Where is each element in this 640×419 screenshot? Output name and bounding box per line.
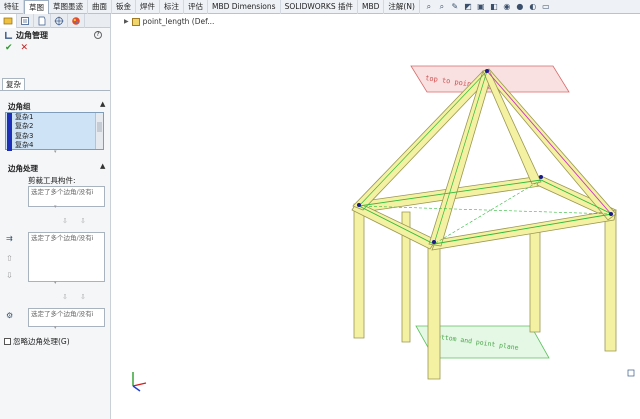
view-orientation-icon[interactable]: ▣ <box>476 2 486 12</box>
tab-markup[interactable]: 标注 <box>160 0 184 14</box>
cancel-button[interactable]: ✕ <box>21 43 29 53</box>
list-item[interactable]: 复杂3 <box>6 131 103 142</box>
3d-model-scene[interactable]: top to point plane bottom and point plan… <box>111 14 640 419</box>
tab-display-manager[interactable] <box>68 14 85 28</box>
appearance-icon[interactable]: ● <box>515 2 525 12</box>
scene-icon[interactable]: ◐ <box>528 2 538 12</box>
heads-up-view-toolbar: ⌕ ⌕ ✎ ◩ ▣ ◧ ◉ ● ◐ ▭ <box>420 0 551 13</box>
arrow-up-icon: ⇧ <box>6 254 13 263</box>
property-manager-icon <box>21 17 29 25</box>
trim-tool-label: 剪裁工具构件: <box>28 176 76 185</box>
display-style-icon[interactable]: ◧ <box>489 2 499 12</box>
configuration-manager-icon <box>38 16 46 26</box>
page-title: 边角管理 <box>16 30 48 40</box>
tab-sketch[interactable]: 草图 <box>24 0 49 14</box>
tab-surfaces[interactable]: 曲面 <box>88 0 112 14</box>
ignore-corner-checkbox[interactable] <box>4 338 11 345</box>
help-icon[interactable]: ? <box>94 31 102 39</box>
ignore-corner-label: 忽略边角处理(G) <box>13 337 70 346</box>
tab-dimxpert-manager[interactable] <box>51 14 68 28</box>
collapse-corner-group-icon[interactable]: ▲ <box>100 100 105 108</box>
corner-processing-heading: 边角处理 <box>8 164 38 173</box>
resize-handle-icon[interactable]: ▾ <box>54 326 60 331</box>
list-item[interactable]: 复杂1 <box>6 113 103 123</box>
dimxpert-icon <box>54 16 64 26</box>
arrow-down-icon: ⇩ <box>6 271 13 280</box>
tab-sheet-metal[interactable]: 钣金 <box>112 0 136 14</box>
weld-selection-box[interactable]: 选定了多个边角/没有i <box>28 308 105 327</box>
ignore-corner-row: 忽略边角处理(G) <box>4 336 70 347</box>
ok-button[interactable]: ✔ <box>5 43 13 53</box>
tab-divider <box>0 90 110 91</box>
command-manager-tabs: 特征 草图 草图墨迹 曲面 钣金 焊件 标注 评估 MBD Dimensions… <box>0 0 640 14</box>
manager-tabs <box>0 14 110 28</box>
corner-group-list[interactable]: 复杂1 复杂2 复杂3 复杂4 <box>5 112 104 151</box>
search-icon[interactable]: ⌕ <box>424 2 434 12</box>
tab-features[interactable]: 特征 <box>0 0 24 14</box>
tab-sketch-ink[interactable]: 草图墨迹 <box>49 0 88 14</box>
feature-manager-icon <box>3 17 13 25</box>
tab-annotations[interactable]: 注解(N) <box>384 0 420 14</box>
property-manager-panel: 边角管理 ? ✔ ✕ 复杂 边角组 ▲ 复杂1 复杂2 复杂3 复杂4 ▾ 边角… <box>0 14 111 419</box>
arrow-down-icon: ⇩ <box>80 293 86 301</box>
collapse-corner-processing-icon[interactable]: ▲ <box>100 162 105 170</box>
resize-handle-icon[interactable]: ▾ <box>54 150 60 155</box>
coordinate-triad <box>132 372 147 392</box>
tab-mbd-dimensions[interactable]: MBD Dimensions <box>208 0 281 14</box>
hide-show-icon[interactable]: ◉ <box>502 2 512 12</box>
arrow-down-icon: ⇩ <box>62 293 68 301</box>
tab-property-manager[interactable] <box>17 14 34 28</box>
corner-management-icon <box>5 31 13 39</box>
tab-solidworks-addins[interactable]: SOLIDWORKS 插件 <box>281 0 358 14</box>
property-manager-header: 边角管理 ? <box>0 28 110 42</box>
resize-handle-icon[interactable]: ▾ <box>54 281 60 286</box>
corner-group-heading: 边角组 <box>8 102 31 111</box>
tab-feature-manager[interactable] <box>0 14 17 28</box>
action-buttons: ✔ ✕ <box>0 42 110 54</box>
tab-complex[interactable]: 复杂 <box>2 78 25 90</box>
monitor-icon[interactable]: ▭ <box>541 2 551 12</box>
trim-tool-selection-box[interactable]: 选定了多个边角/没有i <box>28 186 105 207</box>
trim-type-icon: ⇉ <box>6 234 13 243</box>
arrow-down-icon: ⇩ <box>62 217 68 225</box>
zoom-icon[interactable]: ⌕ <box>437 2 447 12</box>
weld-gap-icon: ⚙ <box>6 311 14 320</box>
section-view-icon[interactable]: ◩ <box>463 2 473 12</box>
tab-mbd[interactable]: MBD <box>358 0 385 14</box>
list-item[interactable]: 复杂2 <box>6 122 103 133</box>
list-scrollbar[interactable] <box>95 113 103 149</box>
view-cube-icon[interactable] <box>627 369 635 377</box>
arrow-down-icon: ⇩ <box>80 217 86 225</box>
resize-handle-icon[interactable]: ▾ <box>54 205 60 210</box>
tab-configuration-manager[interactable] <box>34 14 51 28</box>
display-manager-icon <box>72 17 80 25</box>
pen-icon[interactable]: ✎ <box>450 2 460 12</box>
tab-weldments[interactable]: 焊件 <box>136 0 160 14</box>
trim-body-selection-box[interactable]: 选定了多个边角/没有i <box>28 232 105 282</box>
tab-evaluate[interactable]: 评估 <box>184 0 208 14</box>
